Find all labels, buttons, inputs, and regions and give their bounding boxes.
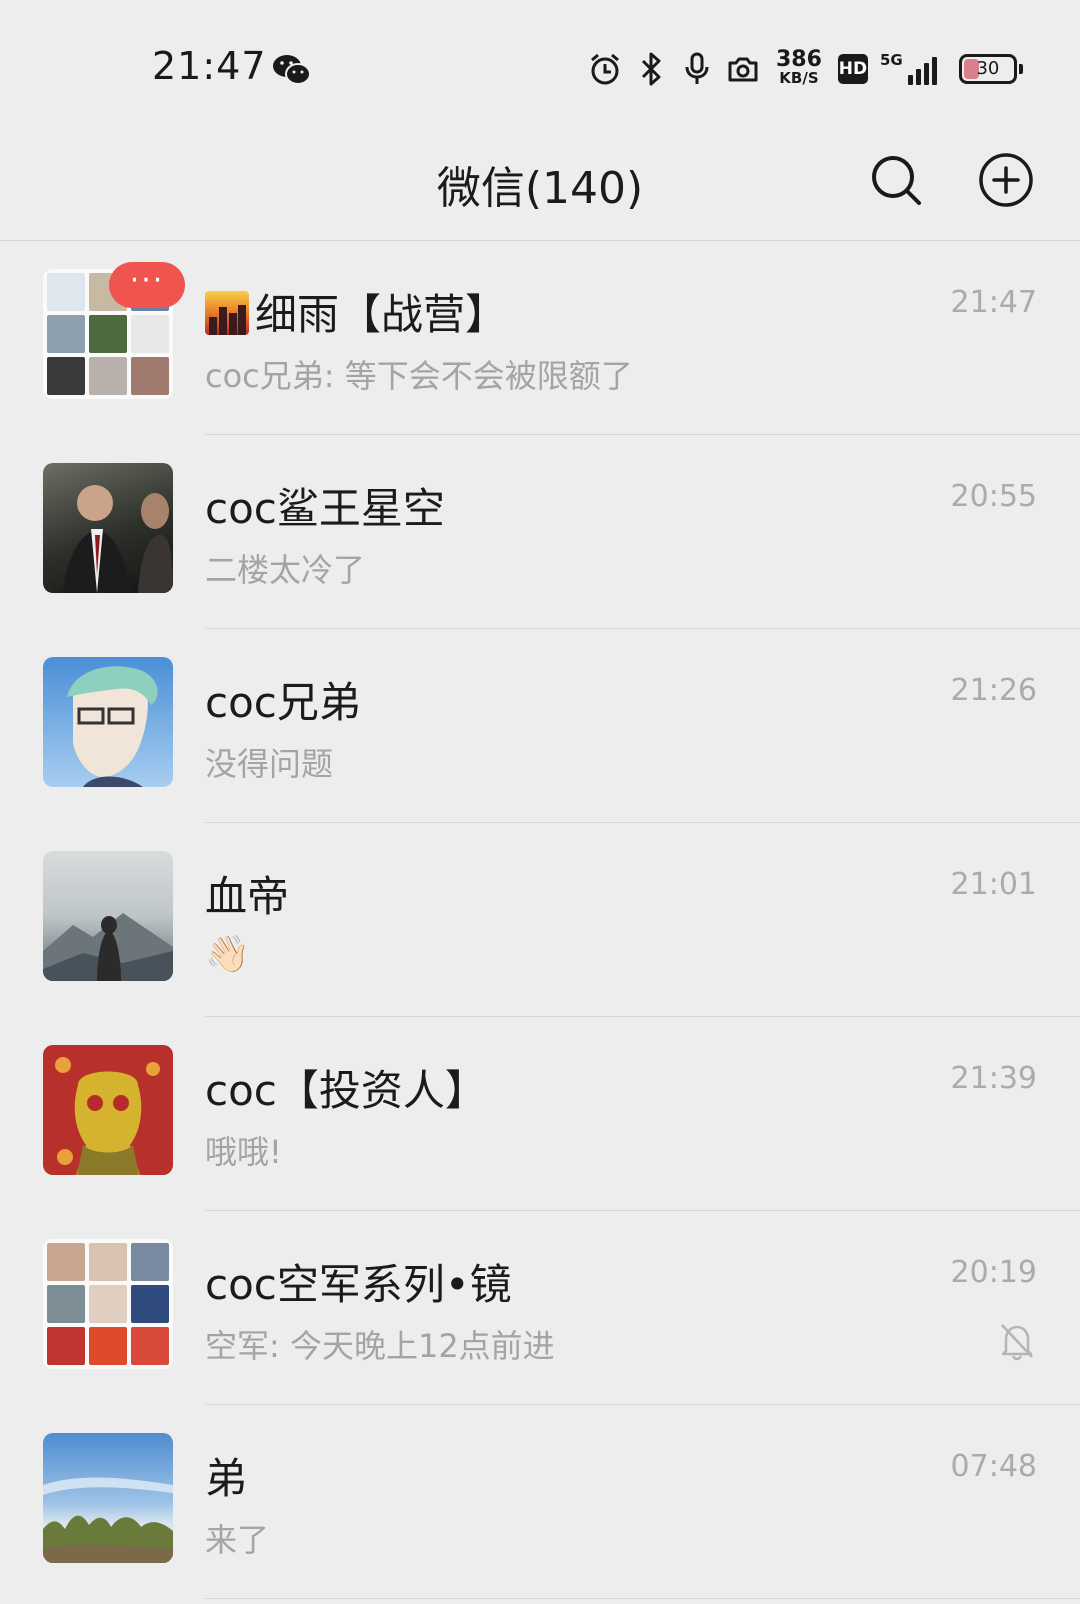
microphone-icon <box>680 51 714 87</box>
chat-item[interactable]: coc兄弟 没得问题 21:26 <box>0 629 1080 823</box>
bluetooth-icon <box>634 51 668 87</box>
wechat-icon <box>273 55 311 85</box>
chat-item[interactable]: 血帝 👋🏻 21:01 <box>0 823 1080 1017</box>
chat-preview: 哦哦! <box>205 1133 282 1171</box>
status-bar: 21:47 386 KB/S HD 5G 30 <box>0 0 1080 130</box>
signal-icon: 5G <box>880 51 937 85</box>
chat-item[interactable]: ··· 细雨【战营】 coc兄弟: 等下会不会被限额了 21:47 <box>0 241 1080 435</box>
chat-time: 21:01 <box>950 867 1037 902</box>
add-circle-icon <box>979 153 1033 207</box>
chat-name: coc【投资人】 <box>205 1066 487 1115</box>
add-button[interactable] <box>974 148 1038 212</box>
avatar[interactable] <box>43 463 173 593</box>
avatar[interactable] <box>43 1045 173 1175</box>
chat-name: coc兄弟 <box>205 678 361 727</box>
chat-preview: 来了 <box>205 1521 270 1559</box>
app-header: 微信(140) <box>0 130 1080 241</box>
search-icon <box>872 156 921 205</box>
hd-icon: HD <box>837 54 868 84</box>
city-sunset-emoji <box>205 291 249 335</box>
chat-time: 20:55 <box>950 479 1037 514</box>
chat-time: 07:48 <box>950 1449 1037 1484</box>
chat-name: coc空军系列•镜 <box>205 1260 512 1309</box>
mute-bell-icon <box>1001 1324 1033 1361</box>
chat-preview: 空军: 今天晚上12点前进 <box>205 1327 555 1365</box>
chat-preview: 没得问题 <box>205 745 334 783</box>
chat-time: 21:26 <box>950 673 1037 708</box>
chat-name: 弟 <box>205 1454 248 1503</box>
camera-icon <box>726 51 760 87</box>
avatar[interactable] <box>43 1239 173 1369</box>
avatar[interactable] <box>43 1433 173 1563</box>
chat-time: 20:19 <box>950 1255 1037 1290</box>
chat-time: 21:47 <box>950 285 1037 320</box>
battery-icon: 30 <box>958 54 1023 84</box>
alarm-icon <box>588 51 622 87</box>
chat-list: ··· 细雨【战营】 coc兄弟: 等下会不会被限额了 21:47 coc鲨王星… <box>0 241 1080 1599</box>
chat-name: coc鲨王星空 <box>205 484 445 533</box>
waving-hand-emoji: 👋🏻 <box>205 934 250 975</box>
net-speed: 386 KB/S <box>776 47 822 88</box>
chat-item[interactable]: coc【投资人】 哦哦! 21:39 <box>0 1017 1080 1211</box>
chat-preview: 👋🏻 <box>205 933 250 975</box>
chat-time: 21:39 <box>950 1061 1037 1096</box>
chat-name: 血帝 <box>205 872 290 921</box>
status-time: 21:47 <box>152 44 267 88</box>
chat-item[interactable]: 弟 来了 07:48 <box>0 1405 1080 1599</box>
chat-item[interactable]: coc鲨王星空 二楼太冷了 20:55 <box>0 435 1080 629</box>
avatar[interactable] <box>43 657 173 787</box>
search-button[interactable] <box>864 148 928 212</box>
avatar[interactable] <box>43 851 173 981</box>
chat-preview: coc兄弟: 等下会不会被限额了 <box>205 357 633 395</box>
chat-name: 细雨【战营】 <box>205 281 507 342</box>
unread-badge: ··· <box>109 262 185 308</box>
chat-preview: 二楼太冷了 <box>205 551 366 589</box>
chat-item[interactable]: coc空军系列•镜 空军: 今天晚上12点前进 20:19 <box>0 1211 1080 1405</box>
